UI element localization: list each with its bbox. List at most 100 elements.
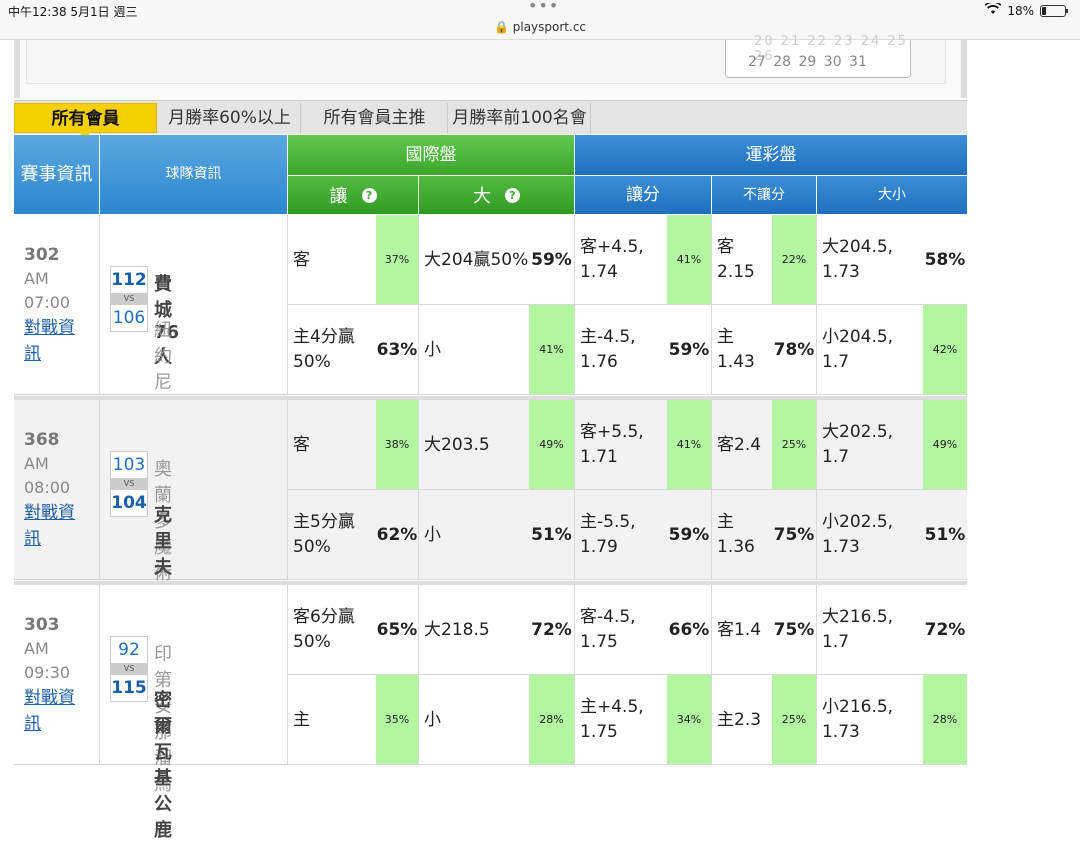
- header-team-info: 球隊資訊: [100, 135, 287, 214]
- matchup-info-link[interactable]: 對戰資訊: [24, 315, 84, 367]
- odds-total-pct: 72%: [531, 620, 572, 640]
- home-score: 106: [112, 308, 146, 328]
- browser-status-bar: 中午12:38 5月1日 週三 ••• 🔒 playsport.cc 18%: [0, 0, 1080, 40]
- row-divider: [288, 764, 967, 765]
- away-score: 103: [112, 455, 146, 475]
- header-intl-total[interactable]: 大?: [419, 176, 574, 214]
- odds-total[interactable]: 小: [419, 490, 529, 580]
- filter-tabs: 所有會員 月勝率60%以上 所有會員主推 月勝率前100名會: [14, 100, 967, 139]
- odds-total[interactable]: 小: [419, 305, 529, 395]
- header-lottery-moneyline: 不讓分: [712, 176, 816, 214]
- score-box: 92 VS 115: [110, 636, 148, 702]
- divider: [287, 400, 288, 580]
- home-team-name[interactable]: 密爾瓦基公鹿: [154, 686, 172, 842]
- odds-spread[interactable]: 主4分贏50%: [288, 305, 376, 395]
- odds-l-total-pct: 49%: [923, 400, 967, 490]
- vs-label: VS: [111, 293, 147, 305]
- vs-label: VS: [111, 478, 147, 490]
- odds-spread[interactable]: 主: [288, 675, 376, 765]
- divider: [816, 400, 817, 580]
- odds-l-total-pct: 58%: [924, 250, 966, 270]
- odds-total[interactable]: 大203.5: [419, 400, 529, 490]
- game-number: 368: [24, 430, 60, 450]
- odds-l-ml[interactable]: 客 2.15: [712, 215, 772, 305]
- odds-spread-pct: 63%: [376, 340, 418, 360]
- divider: [816, 585, 817, 765]
- odds-l-total[interactable]: 大216.5, 1.7: [817, 585, 923, 675]
- calendar[interactable]: 20 21 22 23 24 25 26 27 28 29 30 31: [725, 34, 911, 78]
- odds-spread[interactable]: 主5分贏50%: [288, 490, 376, 580]
- battery-icon: [1040, 4, 1068, 17]
- odds-spread[interactable]: 客6分贏50%: [288, 585, 376, 675]
- odds-l-total[interactable]: 大202.5, 1.7: [817, 400, 923, 490]
- odds-l-spread-pct: 34%: [667, 675, 711, 765]
- divider: [287, 585, 288, 765]
- odds-l-ml[interactable]: 主 1.36: [712, 490, 772, 580]
- divider: [418, 400, 419, 580]
- battery-percent: 18%: [1007, 3, 1034, 18]
- odds-l-spread-pct: 66%: [668, 620, 710, 640]
- odds-l-ml-pct: 25%: [772, 675, 816, 765]
- tab-all-members[interactable]: 所有會員: [14, 103, 157, 139]
- header-intl-spread[interactable]: 讓?: [288, 176, 418, 214]
- odds-l-ml-pct: 22%: [772, 215, 816, 305]
- header-intl-spread-label: 讓: [329, 186, 348, 207]
- help-icon[interactable]: ?: [361, 188, 377, 203]
- odds-spread[interactable]: 客: [288, 400, 376, 490]
- matchup-info-link[interactable]: 對戰資訊: [24, 685, 84, 737]
- divider: [418, 215, 419, 395]
- url-bar[interactable]: 🔒 playsport.cc: [0, 20, 1080, 34]
- odds-total[interactable]: 大204贏50%: [419, 215, 529, 305]
- matchup-info-link[interactable]: 對戰資訊: [24, 500, 84, 552]
- odds-total[interactable]: 小: [419, 675, 529, 765]
- odds-total-pct: 51%: [531, 525, 572, 545]
- tab-win-rate-60[interactable]: 月勝率60%以上: [159, 103, 301, 133]
- odds-l-ml[interactable]: 主2.3: [712, 675, 772, 765]
- odds-l-spread[interactable]: 主-4.5, 1.76: [575, 305, 667, 395]
- help-icon[interactable]: ?: [505, 188, 520, 203]
- odds-l-spread[interactable]: 客+4.5, 1.74: [575, 215, 667, 305]
- odds-spread-pct: 37%: [376, 215, 418, 305]
- game-number: 302: [24, 245, 60, 265]
- header-game-info: 賽事資訊: [14, 135, 99, 214]
- divider: [574, 400, 575, 580]
- odds-l-spread[interactable]: 主-5.5, 1.79: [575, 490, 667, 580]
- odds-l-ml-pct: 75%: [773, 525, 815, 545]
- game-time: 09:30: [24, 663, 71, 682]
- odds-l-total[interactable]: 小204.5, 1.7: [817, 305, 923, 395]
- odds-total-pct: 49%: [529, 400, 574, 490]
- odds-spread-pct: 65%: [376, 620, 418, 640]
- odds-l-ml[interactable]: 客2.4: [712, 400, 772, 490]
- odds-l-total[interactable]: 小202.5, 1.73: [817, 490, 923, 580]
- odds-total[interactable]: 大218.5: [419, 585, 529, 675]
- odds-spread[interactable]: 客: [288, 215, 376, 305]
- row-divider: [288, 394, 967, 395]
- odds-l-spread[interactable]: 客+5.5, 1.71: [575, 400, 667, 490]
- odds-total-pct: 41%: [529, 305, 574, 395]
- game-ampm: AM: [24, 454, 49, 473]
- home-score: 104: [111, 493, 147, 513]
- odds-l-ml[interactable]: 主 1.43: [712, 305, 772, 395]
- odds-l-ml[interactable]: 客1.4: [712, 585, 772, 675]
- odds-l-total[interactable]: 大204.5, 1.73: [817, 215, 923, 305]
- calendar-row-bottom[interactable]: 27 28 29 30 31: [748, 54, 867, 70]
- divider: [99, 400, 100, 580]
- top-panel: 20 21 22 23 24 25 26 27 28 29 30 31: [14, 34, 967, 98]
- odds-l-total[interactable]: 小216.5, 1.73: [817, 675, 923, 765]
- odds-l-spread[interactable]: 客-4.5, 1.75: [575, 585, 667, 675]
- header-intl-total-label: 大: [473, 186, 491, 207]
- divider: [574, 585, 575, 765]
- odds-spread-pct: 62%: [376, 525, 418, 545]
- header-lottery-spread: 讓分: [575, 176, 711, 214]
- odds-total-pct: 59%: [531, 250, 572, 270]
- status-right: 18%: [984, 1, 1068, 18]
- odds-l-total-pct: 28%: [923, 675, 967, 765]
- tab-top100[interactable]: 月勝率前100名會: [449, 103, 591, 133]
- divider: [99, 215, 100, 395]
- tab-members-recommend[interactable]: 所有會員主推: [302, 103, 448, 133]
- more-dots-icon[interactable]: •••: [528, 0, 559, 15]
- odds-spread-pct: 38%: [376, 400, 418, 490]
- odds-total-pct: 28%: [529, 675, 574, 765]
- odds-l-spread-pct: 41%: [667, 215, 711, 305]
- odds-l-spread[interactable]: 主+4.5, 1.75: [575, 675, 667, 765]
